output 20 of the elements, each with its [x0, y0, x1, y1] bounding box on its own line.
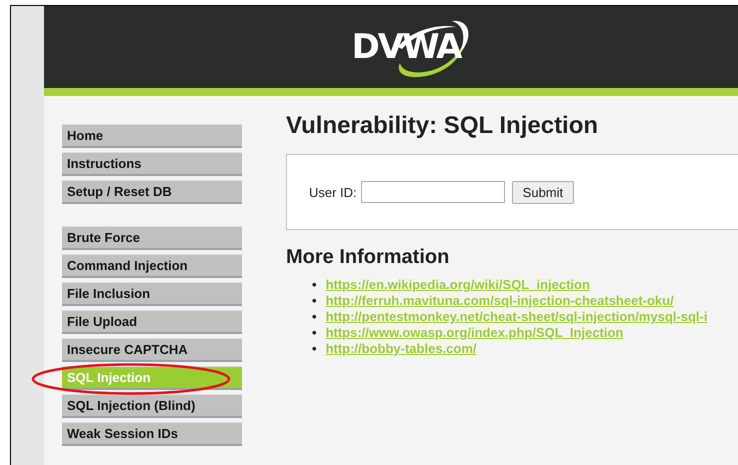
bullet: •	[312, 277, 317, 293]
menu-item[interactable]: Brute Force	[62, 226, 242, 250]
menu-item[interactable]: File Upload	[62, 310, 242, 334]
input-field[interactable]	[360, 181, 505, 203]
menu-item[interactable]: Instructions	[62, 152, 242, 176]
menu-item[interactable]: Home	[62, 124, 242, 148]
bullet: •	[312, 325, 317, 341]
section-title: More Information	[286, 246, 450, 269]
bullet: •	[312, 293, 317, 309]
field-label: User ID:	[309, 184, 357, 200]
menu-item[interactable]: File Inclusion	[62, 282, 242, 306]
menu-item[interactable]: Setup / Reset DB	[62, 180, 242, 204]
menu-item[interactable]: Insecure CAPTCHA	[62, 338, 242, 362]
submit-button[interactable]: Submit	[512, 180, 574, 204]
menu-item[interactable]: SQL Injection (Blind)	[62, 394, 242, 418]
page-title: Vulnerability: SQL Injection	[286, 112, 600, 140]
menu-item[interactable]: Command Injection	[62, 254, 242, 278]
bullet: •	[312, 309, 317, 325]
menu-item[interactable]: Weak Session IDs	[62, 422, 242, 446]
bullet: •	[312, 341, 317, 357]
